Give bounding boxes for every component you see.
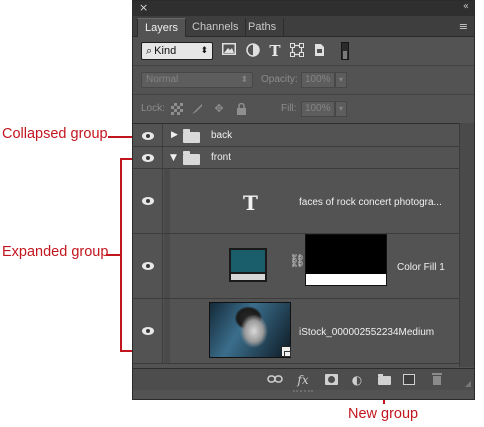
filter-kind-select[interactable]: ⌕ Kind ⬍	[141, 42, 213, 60]
layer-row-type[interactable]: T faces of rock concert photogra...	[133, 169, 459, 234]
photo-thumbnail[interactable]	[209, 302, 291, 358]
eye-icon	[142, 197, 154, 205]
close-icon[interactable]: ×	[139, 1, 148, 14]
blend-mode-value: Normal	[146, 74, 179, 85]
select-arrows-icon: ⬍	[200, 46, 208, 56]
expanded-bracket-vertical	[120, 158, 122, 351]
add-mask-icon[interactable]	[325, 374, 338, 385]
panel-drag-grip[interactable]	[293, 390, 313, 396]
eye-icon	[142, 154, 154, 162]
folder-open-icon	[183, 151, 200, 165]
visibility-toggle[interactable]	[133, 124, 163, 146]
fill-dropdown-icon[interactable]: ▾	[335, 101, 347, 117]
layers-panel: × « Layers Channels Paths ≡ ⌕ Kind ⬍ T No…	[132, 0, 475, 400]
layer-row-photo[interactable]: iStock_000002552234Medium	[133, 299, 459, 364]
layer-name: iStock_000002552234Medium	[299, 327, 435, 338]
visibility-toggle[interactable]	[133, 169, 163, 233]
layer-row-color-fill[interactable]: ⛓ Color Fill 1	[133, 234, 459, 299]
link-layers-icon[interactable]	[267, 372, 283, 388]
fill-label: Fill:	[281, 103, 297, 114]
expanded-callout-line	[106, 254, 120, 256]
group-indent	[164, 234, 170, 298]
filter-kind-label: Kind	[154, 45, 177, 57]
panel-tabbar: Layers Channels Paths ≡	[133, 16, 474, 37]
opacity-label: Opacity:	[261, 74, 298, 85]
collapsed-group-callout: Collapsed group	[2, 126, 108, 142]
layers-list: ▶ back ▼ front T faces of rock concert p…	[133, 123, 459, 367]
search-icon: ⌕	[146, 44, 153, 57]
lock-position-icon[interactable]: ✥	[213, 103, 225, 115]
resize-grip-icon[interactable]: ◢	[465, 379, 471, 388]
lock-transparent-pixels-icon[interactable]	[171, 103, 183, 115]
layers-scrollbar[interactable]	[459, 123, 474, 367]
layer-name: faces of rock concert photogra...	[299, 197, 442, 208]
new-group-icon[interactable]	[378, 374, 391, 385]
filter-row: ⌕ Kind ⬍ T	[133, 37, 474, 65]
layer-name: back	[211, 130, 233, 141]
collapse-icon[interactable]: «	[463, 1, 469, 12]
lock-label: Lock:	[141, 103, 165, 114]
eye-icon	[142, 262, 154, 270]
visibility-toggle[interactable]	[133, 147, 163, 168]
fill-input[interactable]: 100%	[301, 101, 335, 117]
tab-layers[interactable]: Layers	[137, 18, 187, 37]
layer-row-back[interactable]: ▶ back	[133, 124, 459, 147]
fx-icon[interactable]: fx	[295, 372, 311, 388]
layer-name: Color Fill 1	[397, 262, 445, 273]
adjustment-layer-icon[interactable]: ◐	[349, 372, 365, 388]
trash-icon[interactable]	[429, 372, 445, 388]
lock-all-icon[interactable]	[235, 102, 247, 115]
chain-link-icon[interactable]: ⛓	[289, 254, 306, 269]
panel-footer: fx ◐ ◢	[133, 368, 474, 390]
layer-name: front	[211, 152, 232, 163]
blend-mode-select[interactable]: Normal ⬍	[141, 72, 253, 88]
smart-object-badge-icon	[281, 346, 291, 357]
lock-image-pixels-icon[interactable]	[191, 103, 203, 115]
opacity-input[interactable]: 100%	[301, 72, 335, 88]
eye-icon	[142, 132, 154, 140]
type-layer-icon: T	[243, 191, 258, 215]
folder-icon	[183, 129, 200, 143]
select-arrows-icon: ⬍	[240, 75, 248, 85]
expanded-group-callout: Expanded group	[2, 244, 109, 260]
eye-icon	[142, 327, 154, 335]
panel-menu-icon[interactable]: ≡	[459, 20, 468, 33]
blend-row: Normal ⬍ Opacity: 100% ▾	[133, 65, 474, 93]
layer-mask-thumbnail[interactable]	[305, 234, 387, 286]
new-group-callout: New group	[348, 406, 419, 422]
opacity-dropdown-icon[interactable]: ▾	[335, 72, 347, 88]
tab-paths[interactable]: Paths	[241, 18, 285, 37]
tab-channels[interactable]: Channels	[185, 18, 247, 37]
collapsed-arrow-icon[interactable]: ▶	[171, 130, 178, 140]
filter-toggle-switch[interactable]	[341, 42, 349, 60]
new-layer-icon[interactable]	[403, 374, 415, 385]
group-indent	[164, 169, 170, 233]
group-indent	[164, 299, 170, 363]
expanded-arrow-icon[interactable]: ▼	[170, 153, 177, 163]
panel-titlebar: × «	[133, 1, 474, 16]
visibility-toggle[interactable]	[133, 234, 163, 298]
layer-row-front[interactable]: ▼ front	[133, 147, 459, 169]
type-filter-icon[interactable]: T	[267, 43, 283, 59]
image-filter-icon[interactable]	[221, 43, 237, 59]
smart-object-filter-icon[interactable]	[311, 43, 327, 59]
shape-filter-icon[interactable]	[289, 43, 305, 59]
lock-row: Lock: ✥ Fill: 100% ▾	[133, 94, 474, 122]
adjustment-filter-icon[interactable]	[245, 43, 261, 59]
color-fill-thumbnail[interactable]	[229, 248, 267, 282]
visibility-toggle[interactable]	[133, 299, 163, 363]
